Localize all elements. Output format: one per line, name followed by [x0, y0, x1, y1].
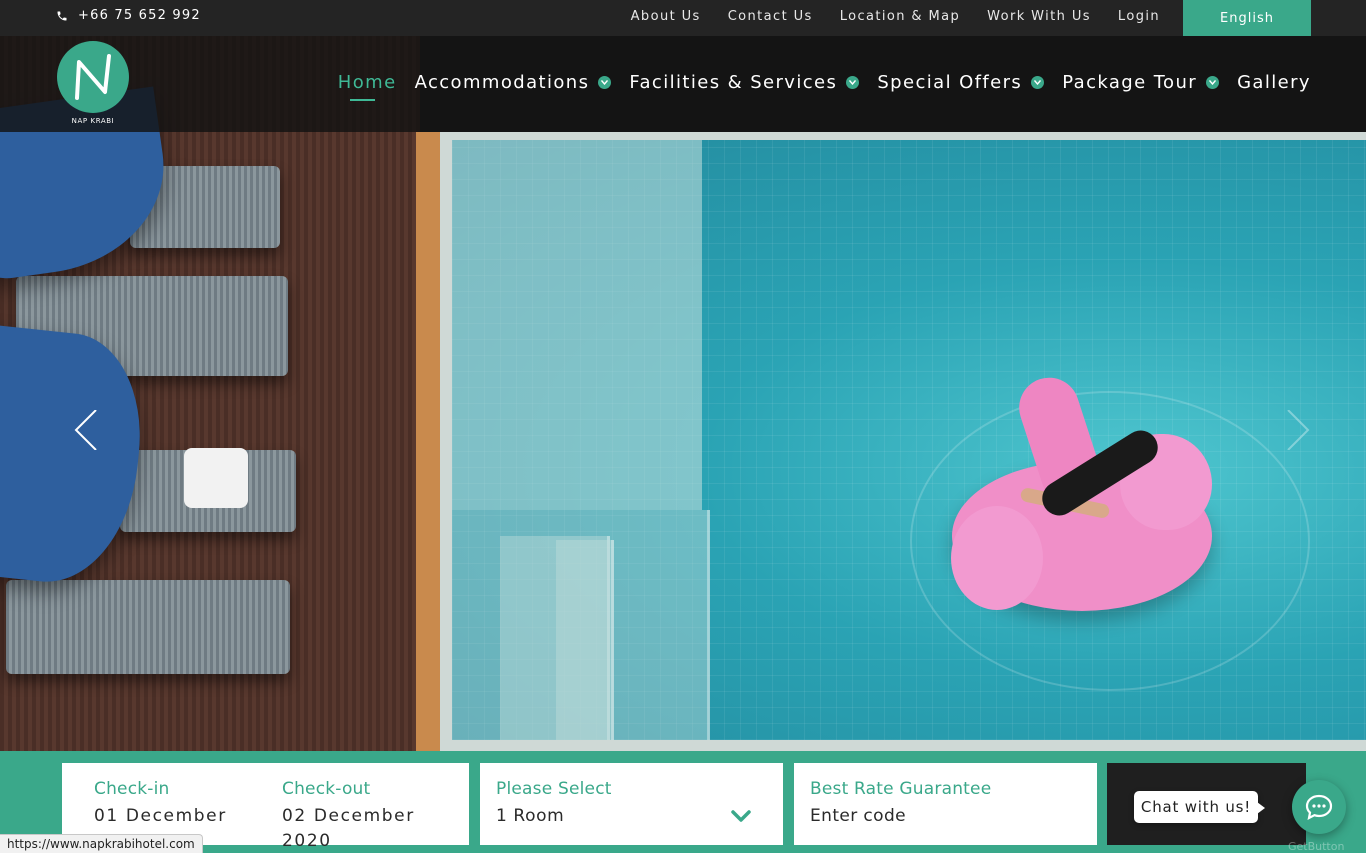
nav-label: Facilities & Services [629, 72, 838, 93]
getbutton-brand: GetButton [1288, 840, 1345, 853]
nav-package-tour[interactable]: Package Tour [1062, 72, 1220, 93]
logo[interactable]: NAP KRABI [57, 41, 129, 131]
location-map-link[interactable]: Location & Map [840, 9, 960, 24]
logo-n-icon [75, 54, 111, 100]
about-us-link[interactable]: About Us [631, 9, 701, 24]
slider-prev-button[interactable] [72, 409, 112, 451]
phone-icon [57, 11, 67, 20]
top-links: About Us Contact Us Location & Map Work … [631, 9, 1160, 24]
status-bar-url: https://www.napkrabihotel.com [0, 834, 203, 853]
rooms-value: 1 Room [496, 806, 565, 826]
checkout-value: 02 December 2020 [282, 806, 415, 851]
promo-placeholder: Enter code [810, 806, 907, 826]
main-nav: Home Accommodations Facilities & Service… [337, 72, 1311, 101]
checkin-value: 01 December [94, 806, 227, 826]
nav-label: Package Tour [1062, 72, 1198, 93]
logo-mark [57, 41, 129, 113]
chat-icon [1305, 794, 1333, 821]
chevron-down-icon [1206, 76, 1220, 89]
date-picker[interactable]: Check-in 01 December Check-out 02 Decemb… [62, 763, 469, 851]
top-bar: +66 75 652 992 About Us Contact Us Locat… [0, 0, 1366, 36]
chat-tooltip[interactable]: Chat with us! [1134, 791, 1265, 823]
nav-special-offers[interactable]: Special Offers [877, 72, 1045, 93]
language-button[interactable]: English [1183, 0, 1311, 36]
checkout-label: Check-out [282, 779, 371, 799]
logo-text: NAP KRABI [71, 117, 115, 125]
sun-lounger [6, 580, 290, 674]
pool-shelf [452, 140, 702, 510]
pool-step [556, 540, 614, 740]
nav-facilities-services[interactable]: Facilities & Services [629, 72, 860, 93]
nav-label: Gallery [1237, 72, 1311, 93]
nav-home[interactable]: Home [337, 72, 397, 101]
work-with-us-link[interactable]: Work With Us [987, 9, 1091, 24]
nav-label: Home [337, 72, 397, 93]
contact-us-link[interactable]: Contact Us [728, 9, 813, 24]
login-link[interactable]: Login [1118, 9, 1160, 24]
rooms-label: Please Select [496, 779, 612, 799]
phone-text: +66 75 652 992 [78, 8, 201, 23]
arrow-left-icon [74, 409, 97, 451]
rooms-select[interactable]: Please Select 1 Room [480, 763, 783, 845]
main-header: NAP KRABI Home Accommodations Facilities… [0, 36, 1366, 132]
nav-label: Special Offers [877, 72, 1023, 93]
nav-label: Accommodations [414, 72, 590, 93]
chat-button[interactable] [1292, 780, 1346, 834]
chevron-down-icon [598, 76, 612, 89]
phone-number[interactable]: +66 75 652 992 [56, 8, 201, 23]
nav-gallery[interactable]: Gallery [1237, 72, 1311, 93]
promo-code-field[interactable]: Best Rate Guarantee Enter code [794, 763, 1097, 845]
nav-accommodations[interactable]: Accommodations [415, 72, 612, 93]
flamingo-wing [951, 506, 1043, 610]
towel [184, 448, 248, 508]
checkin-label: Check-in [94, 779, 170, 799]
slider-next-button[interactable] [1282, 409, 1312, 451]
chevron-down-icon[interactable] [731, 809, 751, 823]
promo-label: Best Rate Guarantee [810, 779, 992, 799]
hero-slider [0, 36, 1366, 751]
chevron-down-icon [1031, 76, 1045, 89]
arrow-right-icon [1287, 409, 1310, 451]
chevron-down-icon [846, 76, 860, 89]
